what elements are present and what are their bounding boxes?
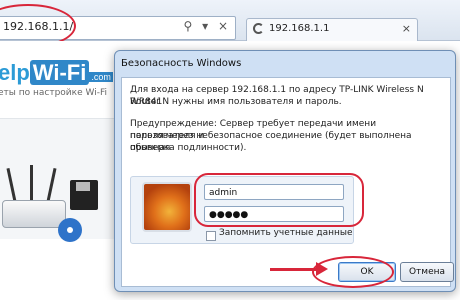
server-message-line-2: WR841N нужны имя пользователя и пароль.	[130, 97, 342, 107]
ok-highlight-oval	[312, 256, 394, 288]
loading-icon	[253, 23, 264, 34]
logo-wifi: Wi-Fi	[29, 60, 90, 85]
dialog-title: Безопасность Windows	[121, 58, 242, 69]
windows-security-dialog: Безопасность Windows Для входа на сервер…	[114, 50, 456, 292]
logo-dotcom: .com	[89, 72, 113, 82]
browser-tab[interactable]: 192.168.1.1 ×	[246, 18, 418, 41]
site-logo: elp Wi-Fi .com	[0, 60, 113, 86]
cancel-button[interactable]: Отмена	[400, 262, 454, 282]
router-antenna-icon	[30, 165, 33, 202]
search-refresh-icons[interactable]: ⚲ ▾ ×	[184, 19, 232, 33]
gear-icon	[58, 218, 82, 242]
router-icon	[2, 200, 66, 228]
floppy-disk-icon	[70, 180, 98, 210]
warning-line-3: проверка подлинности).	[130, 143, 247, 153]
remember-checkbox[interactable]	[206, 231, 216, 241]
site-tagline: еты по настройке Wi-Fi	[0, 88, 107, 98]
logo-text: elp	[0, 60, 30, 85]
tab-close-icon[interactable]: ×	[402, 22, 411, 35]
dialog-body: Для входа на сервер 192.168.1.1 по адрес…	[121, 77, 454, 287]
remember-label[interactable]: Запомнить учетные данные	[219, 228, 353, 238]
credentials-highlight-oval	[194, 173, 364, 227]
user-avatar	[142, 182, 192, 232]
tab-title: 192.168.1.1	[269, 23, 330, 34]
